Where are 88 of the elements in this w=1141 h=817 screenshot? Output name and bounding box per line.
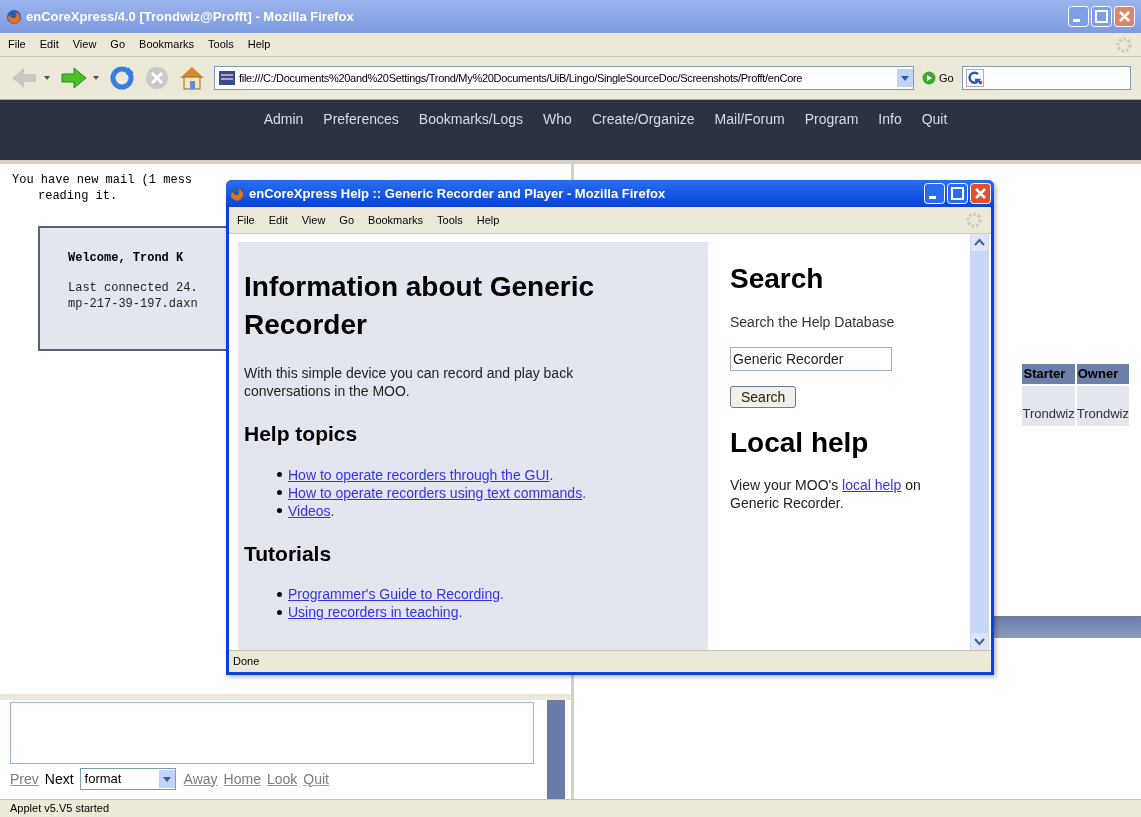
table-cell: Trondwiz [1076, 385, 1129, 426]
minimize-button-icon[interactable] [924, 183, 945, 204]
punctuation: . [582, 483, 587, 502]
nav-link[interactable]: Admin [263, 109, 304, 127]
forward-arrow-icon[interactable] [58, 65, 100, 91]
bullet-icon [277, 490, 282, 495]
menu-item[interactable]: Help [476, 211, 500, 229]
command-link[interactable]: Quit [303, 768, 329, 790]
menu-item[interactable]: Go [339, 211, 355, 229]
command-link[interactable]: Away [183, 768, 218, 790]
nav-link[interactable]: Info [878, 109, 902, 127]
stop-icon[interactable] [144, 65, 170, 91]
menu-item[interactable]: File [237, 211, 255, 229]
search-button[interactable]: Search [730, 386, 797, 408]
punctuation: . [549, 465, 554, 484]
punctuation: . [458, 603, 463, 621]
menu-item[interactable]: Tools [208, 36, 234, 53]
firefox-logo-icon [6, 8, 22, 25]
search-field[interactable]: Generic Recorder [730, 347, 892, 371]
nav-link[interactable]: Program [804, 109, 859, 127]
throbber-icon [965, 211, 983, 229]
command-label: Next [44, 769, 74, 789]
bullet-icon [277, 472, 282, 477]
address-field[interactable]: file:///C:/Documents%20and%20Settings/Trond/My%20Documents/UiB/Lingo/SingleSourceDoc/Screenshots/Profft/enCore [214, 66, 914, 90]
help-link[interactable]: Programmer's Guide to Recording [288, 585, 500, 603]
local-help-text: View your MOO's local help on Generic Recorder. [730, 476, 922, 512]
firefox-logo-icon [229, 185, 245, 202]
nav-link[interactable]: Quit [921, 109, 948, 127]
column-header: Starter [1022, 364, 1075, 384]
column-header: Owner [1076, 364, 1129, 384]
nav-link[interactable]: Who [543, 109, 572, 127]
message-text: reading it. [37, 188, 118, 204]
help-link[interactable]: Videos [288, 501, 331, 520]
status-text: Done [233, 654, 260, 670]
punctuation: . [330, 501, 335, 520]
menu-item[interactable]: View [72, 36, 97, 53]
menu-item[interactable]: Go [110, 36, 126, 53]
nav-link[interactable]: Preferences [323, 109, 399, 127]
menu-item[interactable]: View [301, 211, 326, 229]
close-button-icon[interactable] [1114, 6, 1135, 27]
welcome-text: Welcome, Trond K [68, 250, 184, 266]
command-input[interactable] [10, 702, 534, 764]
go-button[interactable]: Go [939, 69, 954, 87]
local-help-link[interactable]: local help [842, 477, 902, 493]
bullet-icon [277, 508, 282, 513]
address-text: file:///C:/Documents%20and%20Settings/Trond/My%20Documents/UiB/Lingo/SingleSourceDoc/Screenshots/Profft/enCore [239, 70, 804, 86]
menu-item[interactable]: Help [247, 36, 271, 53]
format-dropdown[interactable]: format [79, 768, 176, 790]
menu-item[interactable]: Tools [437, 211, 463, 229]
section-heading: Tutorials [244, 540, 332, 567]
message-text: You have new mail (1 mess [12, 172, 193, 188]
reload-icon[interactable] [108, 65, 136, 91]
intro-text: With this simple device you can record and play back conversations in the MOO. [244, 364, 575, 400]
menu-item[interactable]: Edit [268, 211, 288, 229]
maximize-button-icon[interactable] [947, 183, 968, 204]
section-heading: Local help [730, 426, 869, 460]
command-link[interactable]: Home [223, 768, 261, 790]
scroll-down-icon [971, 633, 988, 650]
page-heading: Information about Generic Recorder [244, 270, 596, 342]
minimize-button-icon[interactable] [1068, 6, 1089, 27]
nav-link[interactable]: Bookmarks/Logs [418, 109, 524, 127]
scroll-up-icon [971, 234, 988, 251]
bullet-icon [277, 609, 282, 615]
status-text: Applet v5.V5 started [10, 801, 110, 817]
help-link[interactable]: How to operate recorders through the GUI [288, 465, 550, 484]
command-link[interactable]: Prev [10, 768, 39, 790]
maximize-button-icon[interactable] [1091, 6, 1112, 27]
search-label: Search the Help Database [730, 313, 895, 332]
nav-link[interactable]: Create/Organize [591, 109, 695, 127]
window-title: enCoreXpress Help :: Generic Recorder and Player - Mozilla Firefox [249, 184, 667, 203]
search-field[interactable] [961, 66, 1131, 90]
section-heading: Help topics [244, 421, 358, 447]
search-engine-icon [965, 69, 984, 87]
menu-item[interactable]: Bookmarks [368, 211, 424, 229]
window-title: enCoreXpress/4.0 [Trondwiz@Profft] - Mozilla Firefox [26, 7, 355, 26]
menu-item[interactable]: Edit [39, 36, 59, 53]
bullet-icon [277, 591, 282, 597]
command-link[interactable]: Look [266, 768, 298, 790]
connection-text: Last connected 24. mp-217-39-197.daxn [68, 280, 198, 312]
nav-link[interactable]: Mail/Forum [714, 109, 785, 127]
table-cell: Trondwiz [1022, 385, 1075, 426]
close-button-icon[interactable] [970, 183, 991, 204]
section-heading: Search [730, 262, 824, 296]
punctuation: . [500, 585, 504, 603]
home-icon[interactable] [178, 65, 206, 91]
menu-item[interactable]: File [8, 36, 26, 53]
page-icon [219, 71, 235, 85]
menu-item[interactable]: Bookmarks [139, 36, 195, 53]
